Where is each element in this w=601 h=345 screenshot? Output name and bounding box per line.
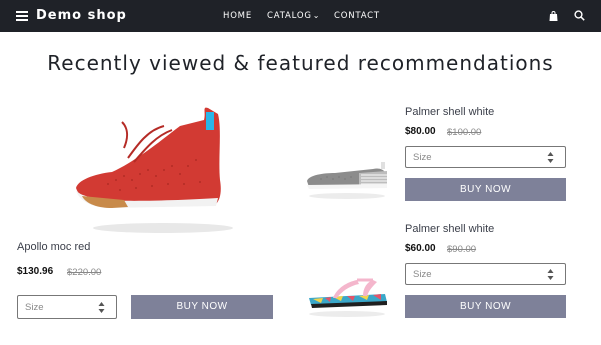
- product-price: $60.00: [405, 243, 436, 254]
- buy-now-button[interactable]: BUY NOW: [131, 295, 273, 319]
- nav-home[interactable]: HOME: [223, 11, 252, 21]
- product-image-palmer-shell-grey[interactable]: [303, 153, 389, 203]
- brand-logo[interactable]: Demo shop: [36, 8, 127, 23]
- nav-contact[interactable]: CONTACT: [334, 11, 380, 21]
- nav-catalog[interactable]: CATALOG⌄: [267, 11, 320, 21]
- size-select[interactable]: Size: [17, 295, 117, 319]
- product-old-price: $90.00: [447, 244, 477, 255]
- search-icon[interactable]: [574, 10, 585, 21]
- select-arrows-icon: [98, 302, 105, 313]
- product-image-palmer-shell-sandal[interactable]: [303, 272, 389, 322]
- size-select-placeholder: Size: [25, 302, 44, 313]
- size-select-placeholder: Size: [413, 152, 432, 163]
- buy-now-button[interactable]: BUY NOW: [405, 178, 566, 201]
- nav-catalog-label: CATALOG: [267, 11, 312, 21]
- product-name[interactable]: Palmer shell white: [405, 106, 494, 118]
- size-select-placeholder: Size: [413, 269, 432, 280]
- select-arrows-icon: [547, 152, 554, 163]
- header-bar: Demo shop HOME CATALOG⌄ CONTACT: [0, 0, 601, 32]
- page-title: Recently viewed & featured recommendatio…: [47, 51, 554, 75]
- shopping-bag-icon[interactable]: [549, 11, 558, 21]
- product-old-price: $100.00: [447, 127, 482, 138]
- product-price: $130.96: [17, 266, 54, 277]
- product-image-apollo-moc-red[interactable]: [68, 100, 244, 240]
- product-name[interactable]: Palmer shell white: [405, 223, 494, 235]
- product-old-price: $220.00: [67, 267, 102, 278]
- product-name[interactable]: Apollo moc red: [17, 241, 90, 253]
- buy-now-button[interactable]: BUY NOW: [405, 295, 566, 318]
- size-select[interactable]: Size: [405, 263, 566, 285]
- hamburger-icon[interactable]: [16, 11, 28, 21]
- product-price: $80.00: [405, 126, 436, 137]
- chevron-down-icon: ⌄: [312, 11, 321, 20]
- size-select[interactable]: Size: [405, 146, 566, 168]
- select-arrows-icon: [547, 269, 554, 280]
